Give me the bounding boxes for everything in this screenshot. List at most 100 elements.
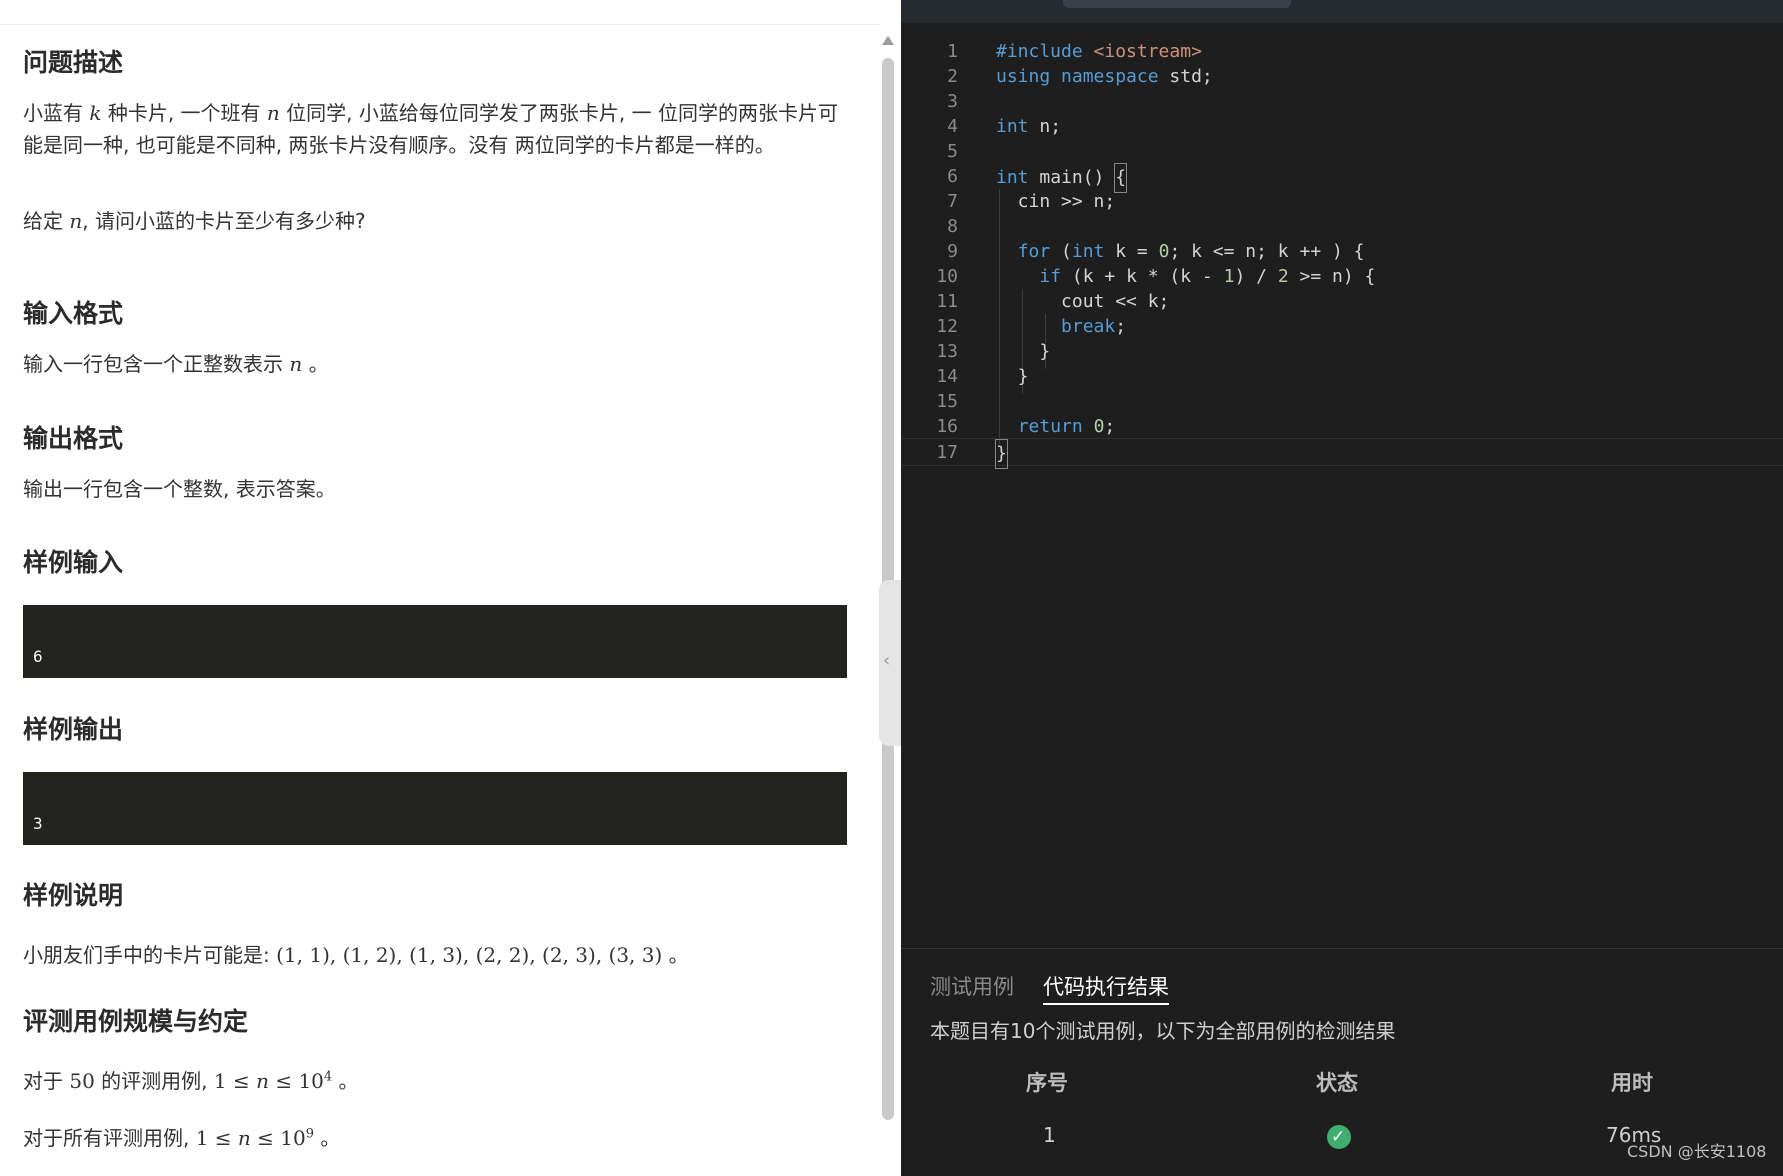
text-fragment: 。 bbox=[332, 1069, 359, 1093]
line-number: 13 bbox=[936, 341, 958, 362]
section-title-input: 输入格式 bbox=[23, 299, 124, 328]
math-fragment: 1 ≤ bbox=[195, 1126, 238, 1150]
code-line[interactable]: 16 return 0; bbox=[901, 413, 1783, 441]
code-line[interactable]: 9 for (int k = 0; k <= n; k ++ ) { bbox=[901, 238, 1783, 266]
math-exponent: 9 bbox=[305, 1126, 315, 1142]
line-number: 17 bbox=[936, 442, 958, 463]
math-fragment: 1 ≤ bbox=[213, 1069, 257, 1093]
token-number: 0 bbox=[1158, 241, 1170, 262]
code-editor[interactable]: 1 #include <iostream> 2 using namespace st… bbox=[901, 38, 1783, 528]
sample-explanation-text: 小朋友们手中的卡片可能是: (1, 1), (1, 2), (1, 3), (2… bbox=[23, 939, 847, 971]
code-line[interactable]: 3 bbox=[901, 88, 1783, 116]
line-number: 7 bbox=[947, 191, 958, 212]
code-text: return 0; bbox=[996, 413, 1116, 441]
input-format-text: 输入一行包含一个正整数表示 n 。 bbox=[23, 348, 847, 380]
code-line[interactable]: 2 using namespace std; bbox=[901, 63, 1783, 91]
line-number: 5 bbox=[947, 141, 958, 162]
text-fragment: , 请问小蓝的卡片至少有多少种? bbox=[82, 209, 366, 233]
code-line[interactable]: 8 bbox=[901, 213, 1783, 241]
line-number: 1 bbox=[947, 41, 958, 62]
description-paragraph-2: 给定 n, 请问小蓝的卡片至少有多少种? bbox=[23, 205, 847, 237]
problem-panel: 问题描述 小蓝有 k 种卡片, 一个班有 n 位同学, 小蓝给每位同学发了两张卡… bbox=[0, 0, 901, 1176]
column-header-status: 状态 bbox=[1316, 1071, 1358, 1095]
code-text: cout << k; bbox=[996, 291, 1170, 312]
matched-brace: } bbox=[995, 439, 1008, 469]
text-fragment: 的评测用例, bbox=[94, 1069, 214, 1093]
math-var-n: n bbox=[69, 209, 83, 233]
section-title-sample-input: 样例输入 bbox=[23, 548, 124, 577]
tab-execution-result[interactable]: 代码执行结果 bbox=[1043, 971, 1169, 1005]
result-summary: 本题目有10个测试用例，以下为全部用例的检测结果 bbox=[930, 1019, 1396, 1043]
code-text: cin >> n; bbox=[996, 191, 1116, 212]
section-title-output: 输出格式 bbox=[23, 424, 124, 453]
math-fragment: ≤ 10 bbox=[250, 1126, 306, 1150]
code-text: for (int k = 0; k <= n; k ++ ) { bbox=[996, 238, 1365, 266]
check-circle-icon: ✓ bbox=[1327, 1125, 1351, 1149]
line-number: 16 bbox=[936, 416, 958, 437]
token-identifier: main() bbox=[1028, 167, 1116, 188]
math-percent: 50 bbox=[69, 1069, 95, 1093]
code-text: if (k + k * (k - 1) / 2 >= n) { bbox=[996, 263, 1375, 291]
math-pairs: (1, 1), (1, 2), (1, 3), (2, 2), (2, 3), … bbox=[276, 943, 663, 967]
token-keyword: break bbox=[1061, 316, 1116, 337]
token-keyword: namespace bbox=[1050, 66, 1159, 87]
code-line[interactable]: 12 break; bbox=[901, 313, 1783, 341]
section-title-sample-explanation: 样例说明 bbox=[23, 881, 124, 910]
token-keyword: for bbox=[1017, 241, 1051, 262]
text-fragment: 。 bbox=[314, 1126, 341, 1150]
text-fragment: 给定 bbox=[23, 209, 70, 233]
code-line[interactable]: 11 cout << k; bbox=[901, 288, 1783, 316]
text-fragment: 对于 bbox=[23, 1069, 70, 1093]
panel-collapse-handle[interactable]: ‹ bbox=[879, 580, 901, 746]
code-line[interactable]: 6 int main() { bbox=[901, 163, 1783, 193]
token-punct: ; bbox=[1115, 316, 1127, 337]
code-line-active[interactable]: 17} bbox=[901, 438, 1783, 469]
code-line[interactable]: 15 bbox=[901, 388, 1783, 416]
editor-panel: 1 #include <iostream> 2 using namespace st… bbox=[901, 0, 1783, 1176]
token-identifier: (k + k * (k - bbox=[1061, 266, 1224, 287]
output-format-text: 输出一行包含一个整数, 表示答案。 bbox=[23, 477, 336, 501]
math-var-k: k bbox=[89, 101, 102, 125]
column-header-time: 用时 bbox=[1611, 1071, 1653, 1095]
math-var-n: n bbox=[266, 101, 280, 125]
line-number: 15 bbox=[936, 391, 958, 412]
line-number: 12 bbox=[936, 316, 958, 337]
token-identifier: ) / bbox=[1234, 266, 1278, 287]
description-paragraph-1: 小蓝有 k 种卡片, 一个班有 n 位同学, 小蓝给每位同学发了两张卡片, 一 … bbox=[23, 97, 847, 161]
scroll-up-arrow-icon[interactable] bbox=[882, 36, 894, 45]
token-keyword: int bbox=[996, 167, 1029, 188]
code-line[interactable]: 4 int n; bbox=[901, 113, 1783, 141]
sample-output-box: 3 bbox=[23, 772, 847, 845]
code-line[interactable]: 1 #include <iostream> bbox=[901, 38, 1783, 66]
code-line[interactable]: 14 } bbox=[901, 363, 1783, 391]
token-keyword: int bbox=[996, 116, 1029, 137]
code-line[interactable]: 10 if (k + k * (k - 1) / 2 >= n) { bbox=[901, 263, 1783, 291]
sample-output-value: 3 bbox=[33, 814, 43, 833]
problem-top-bar bbox=[0, 0, 880, 25]
code-line[interactable]: 5 bbox=[901, 138, 1783, 166]
editor-tab[interactable] bbox=[1063, 0, 1291, 8]
text-fragment: 小蓝有 bbox=[23, 101, 90, 125]
math-fragment: ≤ 10 bbox=[268, 1069, 324, 1093]
token-number: 1 bbox=[1223, 266, 1235, 287]
code-text: break; bbox=[996, 313, 1126, 341]
math-var-n: n bbox=[237, 1126, 251, 1150]
section-title-sample-output: 样例输出 bbox=[23, 715, 124, 744]
token-identifier: std; bbox=[1158, 66, 1213, 87]
tab-test-cases[interactable]: 测试用例 bbox=[930, 971, 1014, 1001]
code-text: } bbox=[996, 366, 1029, 387]
line-number: 10 bbox=[936, 266, 958, 287]
sample-input-value: 6 bbox=[33, 647, 43, 666]
line-number: 11 bbox=[936, 291, 958, 312]
math-exponent: 4 bbox=[323, 1069, 333, 1085]
math-var-n: n bbox=[289, 352, 303, 376]
code-line[interactable]: 13 } bbox=[901, 338, 1783, 366]
token-identifier: n; bbox=[1028, 116, 1062, 137]
line-number: 3 bbox=[947, 91, 958, 112]
row-index: 1 bbox=[1043, 1123, 1056, 1147]
code-line[interactable]: 7 cin >> n; bbox=[901, 188, 1783, 216]
token-identifier: k = bbox=[1104, 241, 1159, 262]
